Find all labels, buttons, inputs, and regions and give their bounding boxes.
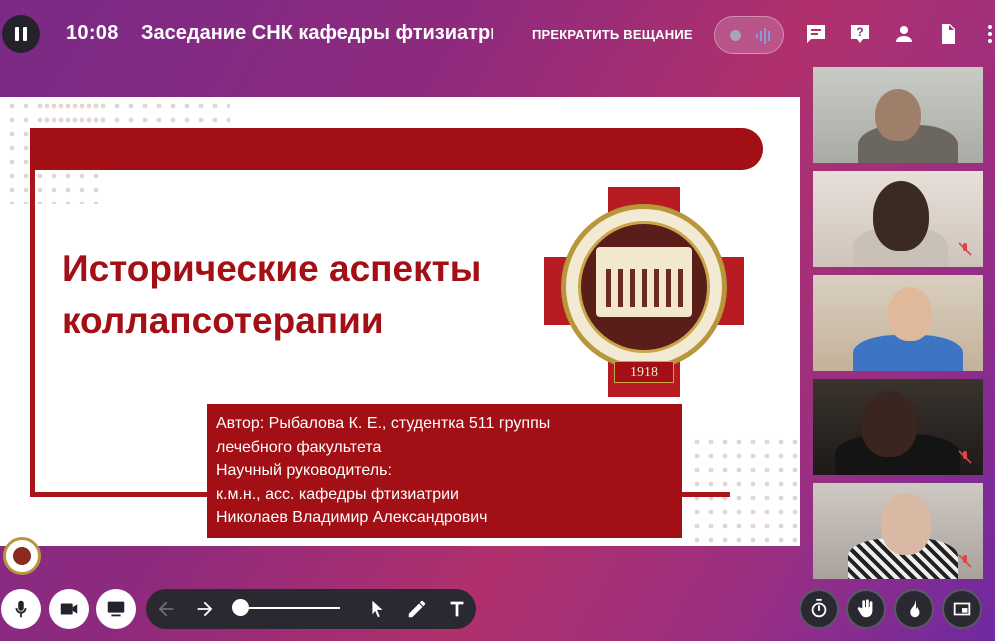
participant-tile[interactable] xyxy=(813,379,983,475)
picture-in-picture-icon xyxy=(953,602,971,616)
pause-button[interactable] xyxy=(2,15,40,53)
mic-off-icon xyxy=(957,449,973,465)
participant-tile[interactable] xyxy=(813,483,983,579)
broadcast-toggle[interactable] xyxy=(714,16,784,54)
meeting-title: Заседание СНК кафедры фтизиатрии xyxy=(141,22,493,44)
avatar xyxy=(875,89,921,141)
record-dot-icon xyxy=(730,30,741,41)
pause-icon xyxy=(15,27,19,41)
pointer-icon[interactable] xyxy=(366,598,388,620)
arrow-left-icon[interactable] xyxy=(155,598,177,620)
file-icon[interactable] xyxy=(936,22,960,46)
zoom-slider-track[interactable] xyxy=(240,607,340,609)
participants-icon[interactable] xyxy=(892,22,916,46)
screen-share-icon xyxy=(107,601,125,617)
stop-broadcast-button[interactable]: ПРЕКРАТИТЬ ВЕЩАНИЕ xyxy=(532,27,693,42)
presentation-slide: Воронеж, 2024 Исторические аспекты колла… xyxy=(0,97,800,546)
chat-icon[interactable] xyxy=(804,22,828,46)
dot-pattern xyxy=(40,99,230,127)
zoom-slider-knob[interactable] xyxy=(232,599,249,616)
picture-in-picture-button[interactable] xyxy=(942,589,982,629)
participant-tile[interactable] xyxy=(813,171,983,267)
text-icon[interactable] xyxy=(446,598,468,620)
reactions-button[interactable] xyxy=(894,589,934,629)
seal-year: 1918 xyxy=(614,361,674,383)
arrow-right-icon[interactable] xyxy=(194,598,216,620)
raise-hand-button[interactable] xyxy=(846,589,886,629)
clock: 10:08 xyxy=(66,22,119,44)
university-logo xyxy=(3,537,41,575)
participant-tile[interactable] xyxy=(813,67,983,163)
avatar xyxy=(888,287,932,341)
timer-icon xyxy=(811,598,827,618)
mic-button[interactable] xyxy=(1,589,41,629)
avatar xyxy=(873,181,929,251)
fire-icon xyxy=(910,599,920,618)
mic-off-icon xyxy=(957,241,973,257)
audio-wave-icon xyxy=(756,28,770,44)
mic-icon xyxy=(15,600,27,618)
camera-button[interactable] xyxy=(49,589,89,629)
camera-icon xyxy=(60,603,78,615)
mic-off-icon xyxy=(957,553,973,569)
avatar xyxy=(881,493,931,555)
timer-button[interactable] xyxy=(799,589,839,629)
help-icon[interactable]: ? xyxy=(848,22,872,46)
author-box: Автор: Рыбалова К. Е., студентка 511 гру… xyxy=(207,404,682,538)
avatar xyxy=(861,391,917,457)
svg-text:?: ? xyxy=(856,25,863,39)
screen-share-button[interactable] xyxy=(96,589,136,629)
more-vert-icon[interactable] xyxy=(978,22,995,46)
building-icon xyxy=(596,247,692,317)
top-bar: 10:08 Заседание СНК кафедры фтизиатрии П… xyxy=(0,0,995,68)
university-seal: 1918 xyxy=(544,187,744,397)
participant-tile[interactable] xyxy=(813,275,983,371)
slide-title: Исторические аспекты коллапсотерапии xyxy=(62,248,482,341)
city-year: Воронеж, 2024 xyxy=(617,149,728,166)
raise-hand-icon xyxy=(857,599,873,618)
pen-icon[interactable] xyxy=(406,598,428,620)
